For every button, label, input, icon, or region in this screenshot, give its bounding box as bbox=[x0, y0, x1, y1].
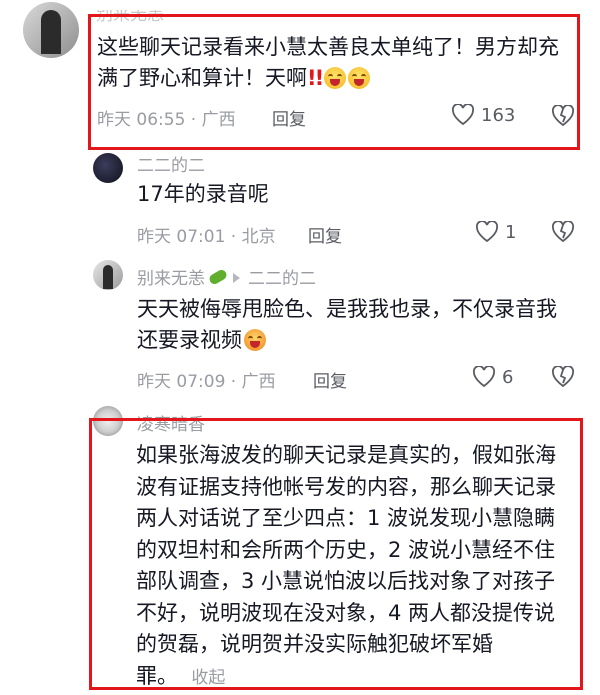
comment-meta: 昨天 07:09 · 广西 bbox=[137, 372, 276, 392]
heart-icon bbox=[475, 221, 499, 243]
dislike-icon[interactable] bbox=[551, 105, 575, 127]
crying-face-icon bbox=[324, 67, 347, 89]
reply-header: 别来无恙 二二的二 bbox=[137, 264, 316, 289]
like-count: 163 bbox=[481, 104, 516, 126]
avatar[interactable] bbox=[93, 260, 123, 290]
commenter-name[interactable]: 二二的二 bbox=[137, 151, 205, 176]
comment-text: 17年的录音呢 bbox=[137, 182, 269, 206]
cucumber-icon bbox=[207, 268, 229, 286]
avatar[interactable] bbox=[93, 153, 123, 183]
heart-icon bbox=[472, 366, 496, 388]
laughing-face-icon bbox=[244, 329, 266, 351]
reply-button[interactable]: 回复 bbox=[272, 105, 306, 130]
comment-text: 天天被侮辱甩脸色、是我我也录，不仅录音我还要录视频 bbox=[137, 297, 557, 352]
comment-text: 这些聊天记录看来小慧太善良太单纯了！男方却充满了野心和算计！天啊!! bbox=[97, 35, 559, 90]
like-button[interactable]: 1 bbox=[475, 221, 516, 243]
commenter-name[interactable]: 别来无恙 bbox=[137, 269, 205, 289]
reply-to-name[interactable]: 二二的二 bbox=[248, 269, 316, 289]
reply-button[interactable]: 回复 bbox=[313, 367, 347, 392]
dislike-icon[interactable] bbox=[551, 221, 575, 243]
dislike-icon[interactable] bbox=[551, 366, 575, 388]
collapse-button[interactable]: 收起 bbox=[191, 668, 225, 688]
avatar[interactable] bbox=[23, 2, 79, 58]
double-exclamation-icon: !! bbox=[307, 66, 324, 90]
heart-icon bbox=[451, 104, 475, 126]
reply-button[interactable]: 回复 bbox=[308, 222, 342, 247]
like-count: 1 bbox=[505, 221, 517, 243]
reply-arrow-icon bbox=[233, 273, 240, 283]
like-button[interactable]: 163 bbox=[451, 104, 515, 126]
crying-face-icon bbox=[348, 67, 371, 89]
comment-meta: 昨天 06:55 · 广西 bbox=[97, 110, 236, 130]
like-count: 6 bbox=[502, 366, 514, 388]
comment-meta: 昨天 07:01 · 北京 bbox=[137, 227, 276, 247]
comment-text: 如果张海波发的聊天记录是真实的，假如张海波有证据支持他帐号发的内容，那么聊天记录… bbox=[136, 443, 556, 688]
like-button[interactable]: 6 bbox=[472, 366, 513, 388]
